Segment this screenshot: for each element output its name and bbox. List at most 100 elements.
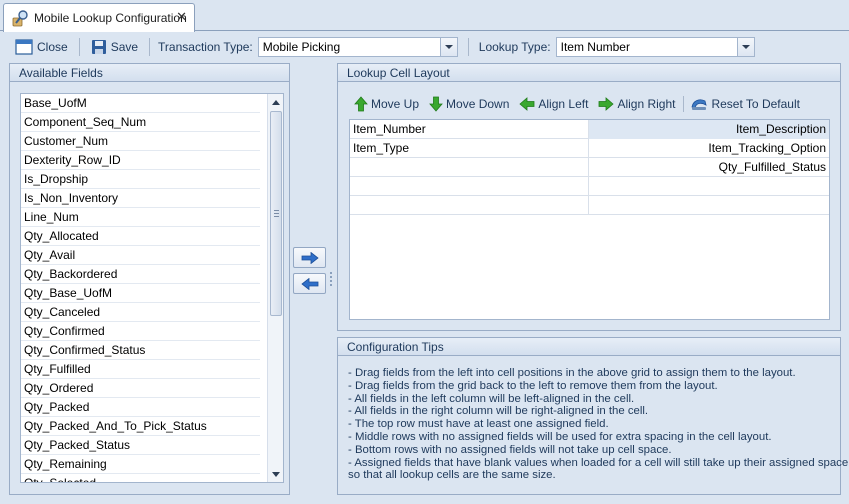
grid-row: Item_Type Item_Tracking_Option [350,139,829,158]
available-fields-group: Available Fields Base_UofM Component_Seq_… [9,63,290,495]
available-field-item[interactable]: Qty_Selected [21,474,260,482]
configuration-tips-group: Configuration Tips - Drag fields from th… [337,337,849,495]
available-field-item[interactable]: Qty_Packed [21,398,260,417]
available-field-item[interactable]: Qty_Remaining [21,455,260,474]
tip-line: - Drag fields from the left into cell po… [348,367,796,379]
move-up-label: Move Up [371,97,420,111]
triangle-down-icon [271,471,280,477]
close-button[interactable]: Close [12,36,71,58]
main-toolbar: Close Save Transaction Type: Mobile Pick… [0,33,849,60]
scroll-down-button[interactable] [268,466,283,482]
align-right-label: Align Right [617,97,676,111]
close-button-label: Close [37,39,68,54]
available-field-item[interactable]: Dexterity_Row_ID [21,151,260,170]
tip-line: - Middle rows with no assigned fields wi… [348,430,772,443]
tab-mobile-lookup-configuration[interactable]: Mobile Lookup Configuration ✕ [3,3,195,32]
tip-line: - Assigned fields that have blank values… [348,456,849,469]
available-field-item[interactable]: Qty_Confirmed_Status [21,341,260,360]
available-field-item[interactable]: Qty_Allocated [21,227,260,246]
available-field-item[interactable]: Base_UofM [21,94,260,113]
available-field-item[interactable]: Customer_Num [21,132,260,151]
tip-line: - Bottom rows with no assigned fields wi… [348,443,672,456]
grid-cell-left[interactable]: Item_Number [350,120,589,139]
grid-cell-right[interactable] [589,177,829,196]
save-button-label: Save [110,39,139,54]
grid-cell-right[interactable]: Qty_Fulfilled_Status [589,158,829,177]
grid-cell-left[interactable] [350,196,589,215]
blue-arrow-left-icon [300,277,318,290]
add-field-button[interactable] [293,247,326,268]
align-right-button[interactable]: Align Right [598,97,675,111]
grid-row: Qty_Fulfilled_Status [350,158,829,177]
grid-cell-right[interactable] [589,196,829,215]
configuration-tips-text: - Drag fields from the left into cell po… [348,367,849,482]
transaction-type-label: Transaction Type: [158,39,253,54]
save-button[interactable]: Save [88,36,141,58]
floppy-disk-icon [91,39,106,54]
available-field-item[interactable]: Is_Dropship [21,170,260,189]
grid-cell-left[interactable] [350,158,589,177]
transaction-type-select[interactable]: Mobile Picking [257,36,458,57]
available-field-item[interactable]: Component_Seq_Num [21,113,260,132]
close-tab-icon[interactable]: ✕ [176,10,187,24]
align-left-button[interactable]: Align Left [519,97,588,111]
available-field-item[interactable]: Qty_Ordered [21,379,260,398]
splitter-grip[interactable] [330,272,332,286]
available-field-item[interactable]: Qty_Confirmed [21,322,260,341]
lookup-cell-layout-header: Lookup Cell Layout [338,64,840,82]
toolbar-separator [78,37,80,56]
grid-row: Item_Number Item_Description [350,120,829,139]
document-tab-strip: Mobile Lookup Configuration ✕ [0,0,849,32]
available-fields-header: Available Fields [10,64,289,82]
move-down-button[interactable]: Move Down [429,96,509,112]
tip-line: - All fields in the left column will be … [348,392,635,405]
grid-cell-left[interactable]: Item_Type [350,139,589,158]
remove-field-button[interactable] [293,273,326,294]
tip-line: so that all lookup cells are the same si… [348,469,556,482]
lookup-cell-grid[interactable]: Item_Number Item_Description Item_Type Item… [349,119,830,320]
reset-to-default-label: Reset To Default [711,97,800,111]
available-field-item[interactable]: Qty_Avail [21,246,260,265]
tip-line: - Drag fields from the grid back to the … [348,379,718,392]
available-field-item[interactable]: Qty_Canceled [21,303,260,322]
move-up-button[interactable]: Move Up [354,96,419,112]
available-fields-list[interactable]: Base_UofM Component_Seq_Num Customer_Num De… [20,93,284,483]
triangle-up-icon [271,99,280,105]
available-field-item[interactable]: Qty_Base_UofM [21,284,260,303]
available-field-item[interactable]: Is_Non_Inventory [21,189,260,208]
grid-cell-right[interactable]: Item_Tracking_Option [589,139,829,158]
tab-title: Mobile Lookup Configuration [34,11,187,25]
available-field-item[interactable]: Qty_Packed_And_To_Pick_Status [21,417,260,436]
available-fields-scrollbar[interactable] [267,94,283,482]
lookup-cell-layout-group: Lookup Cell Layout Move Up Move Down Ali… [337,63,841,331]
green-arrow-right-icon [599,97,615,111]
green-arrow-left-icon [519,97,535,111]
grid-row [350,177,829,196]
toolbar-separator [683,96,685,112]
magnifier-icon [12,9,30,27]
tip-line: - All fields in the right column will be… [348,405,649,418]
scrollbar-thumb[interactable] [270,111,282,316]
close-window-icon [15,38,33,55]
available-field-item[interactable]: Qty_Backordered [21,265,260,284]
grid-cell-right[interactable]: Item_Description [589,120,829,139]
toolbar-separator [467,37,469,56]
reset-to-default-button[interactable]: Reset To Default [690,97,800,111]
available-fields-items: Base_UofM Component_Seq_Num Customer_Num De… [21,94,283,482]
lookup-type-label: Lookup Type: [478,39,551,54]
available-field-item[interactable]: Qty_Packed_Status [21,436,260,455]
grid-cell-left[interactable] [350,177,589,196]
reset-icon [692,99,708,110]
scroll-up-button[interactable] [268,94,283,110]
chevron-down-icon [741,44,750,49]
transaction-type-dropdown-button[interactable] [439,37,457,56]
green-arrow-up-icon [354,96,368,112]
toolbar-separator [149,37,151,56]
available-field-item[interactable]: Qty_Fulfilled [21,360,260,379]
available-field-item[interactable]: Line_Num [21,208,260,227]
configuration-tips-header: Configuration Tips [338,338,840,356]
lookup-type-select[interactable]: Item Number [555,36,755,57]
transaction-type-value: Mobile Picking [262,39,341,54]
lookup-type-dropdown-button[interactable] [736,37,754,56]
blue-arrow-right-icon [301,251,319,264]
